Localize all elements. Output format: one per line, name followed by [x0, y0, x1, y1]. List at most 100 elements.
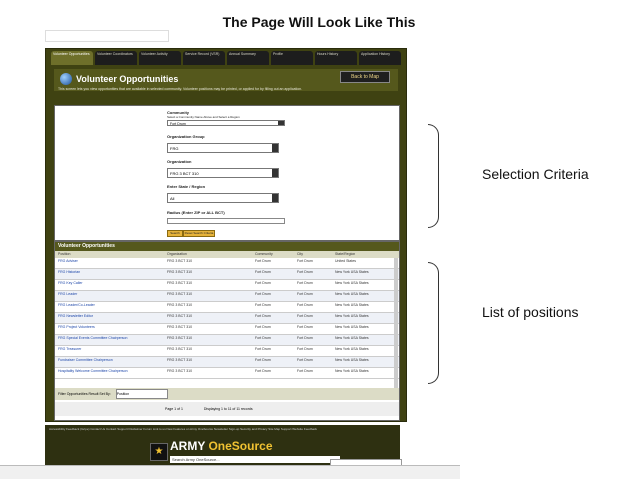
- row-position[interactable]: FRG Key Caller: [58, 281, 83, 286]
- row-city: Fort Drum: [297, 270, 313, 274]
- table-row[interactable]: FRG Special Events Committee Chairperson…: [55, 335, 399, 346]
- chevron-down-icon: [272, 144, 278, 152]
- row-state: New York USA States: [335, 358, 369, 362]
- col-community[interactable]: Community: [255, 251, 273, 258]
- row-community: Fort Drum: [255, 314, 271, 318]
- row-city: Fort Drum: [297, 281, 313, 285]
- list-columns: Position Organization Community City Sta…: [55, 251, 399, 258]
- tab-bar: Volunteer Opportunities Volunteer Coordi…: [51, 51, 401, 65]
- row-organization: FRG 3 BCT 310: [167, 303, 193, 307]
- row-city: Fort Drum: [297, 358, 313, 362]
- row-position[interactable]: FRG Adviser: [58, 259, 78, 264]
- filter-select[interactable]: Position: [115, 389, 168, 400]
- row-position[interactable]: FRG Treasurer: [58, 347, 81, 352]
- reset-button[interactable]: Reset Search Criteria: [183, 230, 215, 237]
- row-state: United States: [335, 259, 357, 263]
- row-organization: FRG 3 BCT 310: [167, 270, 193, 274]
- table-row[interactable]: FRG Newsletter Editor FRG 3 BCT 310 Fort D…: [55, 313, 399, 324]
- list-rows: FRG Adviser FRG 3 BCT 310 Fort Drum Fort Dr…: [55, 258, 399, 379]
- state-select[interactable]: All: [167, 193, 279, 203]
- table-row[interactable]: FRG Treasurer FRG 3 BCT 310 Fort Drum Fort …: [55, 346, 399, 357]
- col-state[interactable]: State/Region: [335, 251, 355, 258]
- row-state: New York USA States: [335, 336, 369, 340]
- row-organization: FRG 3 BCT 310: [167, 314, 193, 318]
- organization-select[interactable]: FRG 3 BCT 310: [167, 168, 279, 178]
- table-row[interactable]: FRG Project Volunteers FRG 3 BCT 310 Fort …: [55, 324, 399, 335]
- table-row[interactable]: FRG Historian FRG 3 BCT 310 Fort Drum Fort …: [55, 269, 399, 280]
- table-row[interactable]: FRG Leader FRG 3 BCT 310 Fort Drum Fort Dru…: [55, 291, 399, 302]
- col-city[interactable]: City: [297, 251, 303, 258]
- slide-title: The Page Will Look Like This: [222, 14, 416, 30]
- tab-volunteer-coordinators[interactable]: Volunteer Coordinators: [95, 51, 137, 65]
- chevron-down-icon: [278, 121, 284, 125]
- row-position[interactable]: FRG Historian: [58, 270, 80, 275]
- list-scrollbar[interactable]: [394, 258, 398, 388]
- organization-value: FRG 3 BCT 310: [170, 171, 199, 176]
- back-to-map-button[interactable]: Back to Map: [340, 71, 390, 83]
- state-label: Enter State / Region: [167, 184, 206, 189]
- table-row[interactable]: Hospitality Welcome Committee Chairperso…: [55, 368, 399, 379]
- table-row[interactable]: FRG Key Caller FRG 3 BCT 310 Fort Drum Fort…: [55, 280, 399, 291]
- row-state: New York USA States: [335, 292, 369, 296]
- row-state: New York USA States: [335, 369, 369, 373]
- row-position[interactable]: FRG Special Events Committee Chairperson: [58, 336, 127, 341]
- row-community: Fort Drum: [255, 336, 271, 340]
- tab-service-record[interactable]: Service Record (VSR): [183, 51, 225, 65]
- table-row[interactable]: FRG Adviser FRG 3 BCT 310 Fort Drum Fort Dr…: [55, 258, 399, 269]
- row-position[interactable]: FRG Leader/Co-Leader: [58, 303, 95, 308]
- browser-status-bar: [0, 465, 460, 479]
- row-organization: FRG 3 BCT 310: [167, 281, 193, 285]
- page-title: Volunteer Opportunities: [76, 74, 179, 84]
- row-state: New York USA States: [335, 303, 369, 307]
- row-organization: FRG 3 BCT 310: [167, 292, 193, 296]
- row-position[interactable]: FRG Project Volunteers: [58, 325, 95, 330]
- site-search-input[interactable]: Search Army OneSource...: [170, 456, 340, 463]
- row-state: New York USA States: [335, 325, 369, 329]
- globe-icon: [60, 73, 72, 85]
- row-position[interactable]: FRG Newsletter Editor: [58, 314, 93, 319]
- org-group-label: Organization Group: [167, 134, 205, 139]
- org-group-select[interactable]: FRG: [167, 143, 279, 153]
- pager: Page 1 of 1 Displaying 1 to 11 of 11 rec…: [55, 402, 399, 416]
- tab-application-history[interactable]: Application History: [359, 51, 401, 65]
- brand-logo: ARMY OneSource: [170, 439, 273, 453]
- browser-address-strip: [45, 30, 169, 42]
- chevron-down-icon: [272, 194, 278, 202]
- list-annotation: List of positions: [482, 304, 579, 320]
- footer-links[interactable]: Accessibility Feedback (Gripe) Contact U…: [49, 427, 394, 431]
- pager-text: Page 1 of 1: [165, 407, 183, 411]
- state-value: All: [170, 196, 175, 201]
- tab-volunteer-opportunities[interactable]: Volunteer Opportunities: [51, 51, 93, 65]
- table-row[interactable]: FRG Leader/Co-Leader FRG 3 BCT 310 Fort Dr…: [55, 302, 399, 313]
- row-community: Fort Drum: [255, 292, 271, 296]
- brand-army: ARMY: [170, 439, 206, 453]
- row-community: Fort Drum: [255, 281, 271, 285]
- tab-annual-summary[interactable]: Annual Summary: [227, 51, 269, 65]
- row-state: New York USA States: [335, 347, 369, 351]
- row-city: Fort Drum: [297, 325, 313, 329]
- tab-hours-history[interactable]: Hours History: [315, 51, 357, 65]
- row-organization: FRG 3 BCT 310: [167, 259, 193, 263]
- col-organization[interactable]: Organization: [167, 251, 187, 258]
- row-community: Fort Drum: [255, 259, 271, 263]
- row-position[interactable]: Fundraiser Committee Chairperson: [58, 358, 113, 363]
- radius-input[interactable]: [167, 218, 285, 224]
- row-city: Fort Drum: [297, 292, 313, 296]
- row-city: Fort Drum: [297, 259, 313, 263]
- selection-annotation: Selection Criteria: [482, 166, 589, 182]
- row-community: Fort Drum: [255, 358, 271, 362]
- row-organization: FRG 3 BCT 310: [167, 369, 193, 373]
- row-state: New York USA States: [335, 270, 369, 274]
- col-position[interactable]: Position: [58, 251, 70, 258]
- opportunities-list: Volunteer Opportunities Position Organiz…: [54, 241, 400, 421]
- row-position[interactable]: Hospitality Welcome Committee Chairperso…: [58, 369, 128, 374]
- community-select[interactable]: Fort Drum: [167, 120, 285, 126]
- filter-bar: Filter Opportunities Result Set By: Posi…: [55, 388, 399, 400]
- tab-volunteer-activity[interactable]: Volunteer Activity: [139, 51, 181, 65]
- search-button[interactable]: Search: [167, 230, 183, 237]
- row-position[interactable]: FRG Leader: [58, 292, 77, 297]
- table-row[interactable]: Fundraiser Committee Chairperson FRG 3 BC…: [55, 357, 399, 368]
- pager-count: Displaying 1 to 11 of 11 records: [203, 407, 253, 411]
- tab-profile[interactable]: Profile: [271, 51, 313, 65]
- row-community: Fort Drum: [255, 325, 271, 329]
